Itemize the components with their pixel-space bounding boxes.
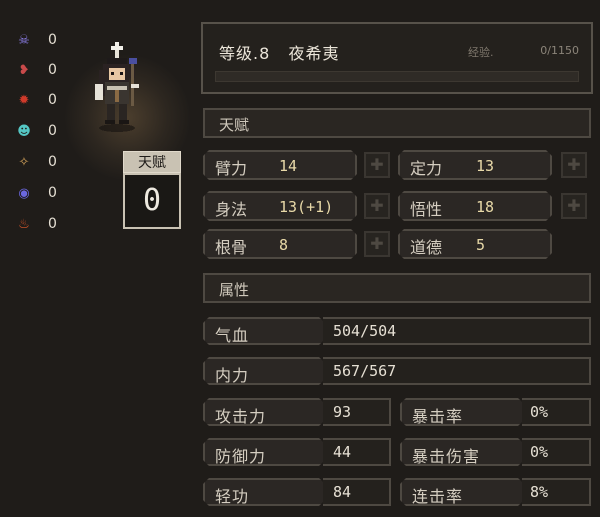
- stat-label: 道德: [410, 238, 443, 257]
- attr-label: 攻击力: [215, 407, 267, 426]
- add-agility-button[interactable]: ✚: [364, 193, 390, 219]
- talent-section-title: 天赋: [219, 116, 250, 134]
- status-row-broken-heart[interactable]: ❥ 0: [14, 59, 57, 81]
- burn-icon: ♨: [18, 216, 30, 232]
- stat-value: 18: [476, 198, 495, 216]
- status-row-poison[interactable]: ☻ 0: [14, 120, 57, 142]
- add-comprehension-button[interactable]: ✚: [561, 193, 587, 219]
- stat-label: 臂力: [215, 159, 248, 178]
- status-count: 0: [48, 32, 57, 48]
- talent-points-value: 0: [123, 173, 181, 229]
- attr-lightness-value-box: 84: [323, 478, 391, 506]
- stat-value: 13: [476, 157, 495, 175]
- attr-crit-rate-value-box: 0%: [522, 398, 591, 426]
- status-count: 0: [48, 185, 57, 201]
- attr-value: 93: [333, 403, 352, 421]
- stat-value: 13(+1): [279, 198, 334, 216]
- stat-value: 8: [279, 236, 289, 254]
- stat-agility: 身法 13(+1): [203, 191, 357, 221]
- stat-label: 身法: [215, 200, 248, 219]
- attr-value: 504/504: [333, 322, 397, 340]
- exp-progress-bar: [215, 71, 579, 82]
- attr-attack-label-box: 攻击力: [203, 398, 325, 426]
- status-count: 0: [48, 216, 57, 232]
- level-text: 等级.8: [219, 44, 271, 63]
- attribute-section-header: 属性: [203, 273, 591, 303]
- talent-points-label: 天赋: [123, 151, 181, 173]
- attr-value: 44: [333, 443, 352, 461]
- stat-strength: 臂力 14: [203, 150, 357, 180]
- character-name: 夜希夷: [288, 44, 340, 63]
- confuse-icon: ◉: [18, 185, 30, 201]
- attr-defense-value-box: 44: [323, 438, 391, 466]
- bleed-icon: ✹: [18, 92, 30, 108]
- status-count: 0: [48, 92, 57, 108]
- attr-value: 8%: [530, 483, 549, 501]
- attr-crit-damage-label-box: 暴击伤害: [400, 438, 524, 466]
- stat-label: 定力: [410, 159, 443, 178]
- status-count: 0: [48, 154, 57, 170]
- status-row-bleed[interactable]: ✹ 0: [14, 89, 57, 111]
- stat-label: 根骨: [215, 238, 248, 257]
- attr-label: 轻功: [215, 487, 250, 506]
- attr-hp-value-box: 504/504: [323, 317, 591, 345]
- status-row-confuse[interactable]: ◉ 0: [14, 182, 57, 204]
- attr-combo-rate-label-box: 连击率: [400, 478, 524, 506]
- attr-defense-label-box: 防御力: [203, 438, 325, 466]
- attr-combo-rate-value-box: 8%: [522, 478, 591, 506]
- attr-label: 防御力: [215, 447, 267, 466]
- attr-hp-label-box: 气血: [203, 317, 325, 345]
- attr-attack-value-box: 93: [323, 398, 391, 426]
- stat-value: 5: [476, 236, 486, 254]
- attr-crit-rate-label-box: 暴击率: [400, 398, 524, 426]
- stat-label: 悟性: [410, 200, 443, 219]
- status-count: 0: [48, 62, 57, 78]
- status-row-burn[interactable]: ♨ 0: [14, 213, 57, 235]
- attr-label: 暴击伤害: [412, 447, 481, 466]
- attr-label: 气血: [215, 326, 250, 345]
- stat-value: 14: [279, 157, 298, 175]
- exp-value: 0/1150: [540, 44, 579, 57]
- attr-value: 567/567: [333, 362, 397, 380]
- level-and-name: 等级.8 夜希夷: [219, 40, 340, 64]
- attr-value: 0%: [530, 403, 549, 421]
- stat-morality: 道德 5: [398, 229, 552, 259]
- status-row-skull[interactable]: ☠ 0: [14, 29, 57, 51]
- character-header-panel: 等级.8 夜希夷 经验. 0/1150: [201, 22, 593, 94]
- talent-points-box: 天赋 0: [123, 151, 181, 229]
- skull-icon: ☠: [18, 32, 30, 48]
- attribute-section-title: 属性: [219, 281, 250, 299]
- stat-composure: 定力 13: [398, 150, 552, 180]
- add-composure-button[interactable]: ✚: [561, 152, 587, 178]
- status-count: 0: [48, 123, 57, 139]
- attr-crit-damage-value-box: 0%: [522, 438, 591, 466]
- status-row-stun[interactable]: ✧ 0: [14, 151, 57, 173]
- talent-section-header: 天赋: [203, 108, 591, 138]
- attr-label: 内力: [215, 366, 250, 385]
- stat-comprehension: 悟性 18: [398, 191, 552, 221]
- attr-label: 连击率: [412, 487, 464, 506]
- attr-lightness-label-box: 轻功: [203, 478, 325, 506]
- stat-constitution: 根骨 8: [203, 229, 357, 259]
- attr-value: 84: [333, 483, 352, 501]
- stun-icon: ✧: [18, 154, 30, 170]
- attr-label: 暴击率: [412, 407, 464, 426]
- poison-skull-icon: ☻: [17, 123, 31, 139]
- character-sprite: [95, 42, 139, 132]
- add-constitution-button[interactable]: ✚: [364, 231, 390, 257]
- broken-heart-icon: ❥: [18, 62, 30, 78]
- attr-value: 0%: [530, 443, 549, 461]
- attr-mp-label-box: 内力: [203, 357, 325, 385]
- attr-mp-value-box: 567/567: [323, 357, 591, 385]
- exp-label: 经验.: [468, 46, 494, 59]
- add-strength-button[interactable]: ✚: [364, 152, 390, 178]
